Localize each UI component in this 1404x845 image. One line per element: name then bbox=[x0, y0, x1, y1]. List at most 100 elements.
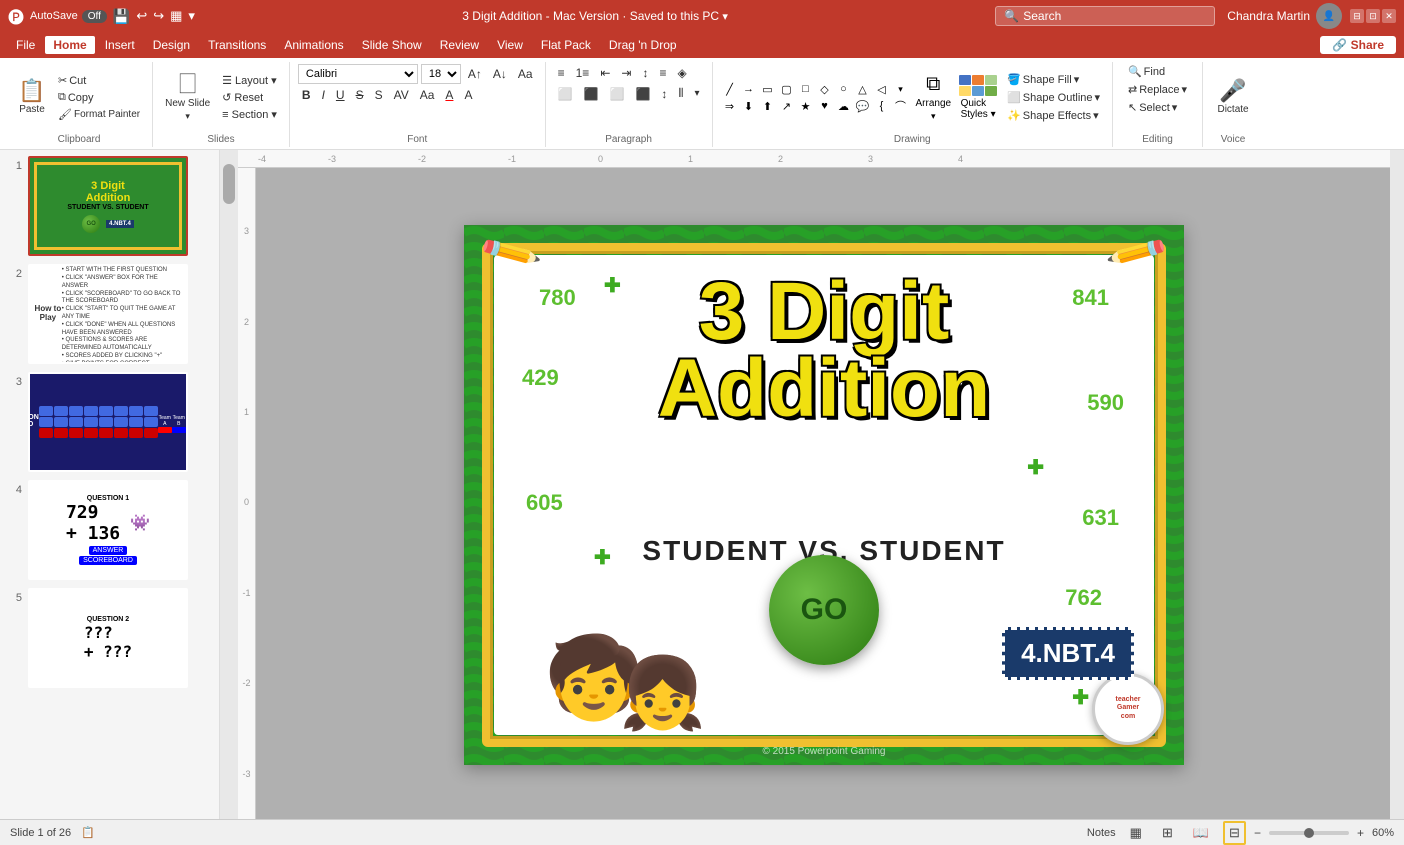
scrollbar-thumb[interactable] bbox=[223, 164, 235, 204]
bullets-button[interactable]: ≡ bbox=[554, 64, 569, 82]
align-text-button[interactable]: ≡ bbox=[655, 64, 670, 82]
text-direction-button[interactable]: ↕ bbox=[638, 64, 652, 82]
menu-flatpack[interactable]: Flat Pack bbox=[533, 36, 599, 54]
section-button[interactable]: ≡ Section ▾ bbox=[218, 107, 281, 122]
paste-button[interactable]: 📋 Paste bbox=[14, 64, 50, 131]
shape-circle[interactable]: ○ bbox=[835, 81, 853, 97]
find-button[interactable]: 🔍 Find bbox=[1124, 64, 1169, 79]
view-reading-button[interactable]: 📖 bbox=[1187, 821, 1215, 845]
highlight-button[interactable]: A bbox=[460, 86, 476, 104]
align-right-button[interactable]: ⬜ bbox=[606, 85, 629, 103]
select-button[interactable]: ↖ Select ▾ bbox=[1124, 100, 1181, 115]
share-button[interactable]: 🔗 Share bbox=[1320, 36, 1396, 54]
quick-styles-button[interactable]: QuickStyles ▾ bbox=[957, 73, 999, 122]
notes-button[interactable]: Notes bbox=[1087, 827, 1116, 839]
slide-thumb-5[interactable]: QUESTION 2 ???+ ??? bbox=[28, 588, 188, 688]
shape-arc[interactable]: ⌒ bbox=[892, 98, 910, 114]
slide-thumb-1[interactable]: 3 DigitAddition STUDENT VS. STUDENT GO 4… bbox=[28, 156, 188, 256]
slide-item-2[interactable]: 2 How to Play • DIVIDE INTO GROUPS • CHO… bbox=[4, 262, 215, 366]
menu-review[interactable]: Review bbox=[432, 36, 487, 54]
slide-thumb-2[interactable]: How to Play • DIVIDE INTO GROUPS • CHOOS… bbox=[28, 264, 188, 364]
undo-icon[interactable]: ↩ bbox=[136, 8, 147, 24]
shape-brace[interactable]: { bbox=[873, 98, 891, 114]
shape-heart[interactable]: ♥ bbox=[816, 98, 834, 114]
view-normal-button[interactable]: ▦ bbox=[1124, 821, 1148, 845]
shape-more[interactable]: ▾ bbox=[892, 81, 910, 97]
font-case-button[interactable]: Aa bbox=[416, 86, 439, 104]
increase-indent-button[interactable]: ⇥ bbox=[617, 64, 635, 82]
menu-insert[interactable]: Insert bbox=[97, 36, 143, 54]
maximize-button[interactable]: ⊡ bbox=[1366, 9, 1380, 23]
dictate-button[interactable]: 🎤 Dictate bbox=[1213, 64, 1252, 131]
justify-button[interactable]: ⬛ bbox=[631, 85, 654, 103]
zoom-out-button[interactable]: − bbox=[1254, 826, 1261, 840]
close-button[interactable]: ✕ bbox=[1382, 9, 1396, 23]
slide-item-4[interactable]: 4 QUESTION 1 729+ 136 👾 ANSWER SCOREBOAR… bbox=[4, 478, 215, 582]
autosave-toggle[interactable]: AutoSave Off bbox=[30, 10, 107, 23]
menu-file[interactable]: File bbox=[8, 36, 43, 54]
slide-item-5[interactable]: 5 QUESTION 2 ???+ ??? bbox=[4, 586, 215, 690]
increase-font-button[interactable]: A↑ bbox=[464, 65, 486, 83]
decrease-font-button[interactable]: A↓ bbox=[489, 65, 511, 83]
menu-slideshow[interactable]: Slide Show bbox=[354, 36, 430, 54]
copy-button[interactable]: ⧉ Copy bbox=[54, 90, 144, 105]
shape-fill-button[interactable]: 🪣 Shape Fill ▾ bbox=[1003, 72, 1104, 87]
slide-thumb-3[interactable]: QUESTION BOARD bbox=[28, 372, 188, 472]
shape-line[interactable]: ╱ bbox=[721, 81, 739, 97]
shape-outline-button[interactable]: ⬜ Shape Outline ▾ bbox=[1003, 90, 1104, 105]
slide-panel-scrollbar[interactable] bbox=[220, 150, 238, 819]
char-spacing-button[interactable]: AV bbox=[390, 86, 413, 104]
align-center-button[interactable]: ⬛ bbox=[580, 85, 603, 103]
para-more-button[interactable]: ▾ bbox=[690, 86, 703, 101]
shape-arrow3[interactable]: ⬇ bbox=[740, 98, 758, 114]
title-dropdown-icon[interactable]: ▾ bbox=[722, 11, 728, 23]
decrease-indent-button[interactable]: ⇤ bbox=[596, 64, 614, 82]
autosave-state[interactable]: Off bbox=[82, 10, 107, 23]
shape-star[interactable]: ★ bbox=[797, 98, 815, 114]
arrange-button[interactable]: ⧉ Arrange ▾ bbox=[914, 71, 954, 124]
shape-arrow4[interactable]: ⬆ bbox=[759, 98, 777, 114]
search-box[interactable]: 🔍 Search bbox=[995, 6, 1215, 26]
redo-icon[interactable]: ↪ bbox=[153, 8, 164, 24]
menu-transitions[interactable]: Transitions bbox=[200, 36, 274, 54]
slide-item-1[interactable]: 1 3 DigitAddition STUDENT VS. STUDENT GO… bbox=[4, 154, 215, 258]
shape-arrow5[interactable]: ↗ bbox=[778, 98, 796, 114]
clear-format-button[interactable]: Aa bbox=[514, 65, 537, 83]
menu-home[interactable]: Home bbox=[45, 36, 94, 54]
minimize-button[interactable]: ⊟ bbox=[1350, 9, 1364, 23]
font-size-select[interactable]: 18 bbox=[421, 64, 461, 84]
shape-triangle[interactable]: △ bbox=[854, 81, 872, 97]
numbering-button[interactable]: 1≡ bbox=[572, 64, 594, 82]
slide-thumb-4[interactable]: QUESTION 1 729+ 136 👾 ANSWER SCOREBOARD bbox=[28, 480, 188, 580]
zoom-in-button[interactable]: + bbox=[1357, 826, 1364, 840]
line-spacing-button[interactable]: ↕ bbox=[657, 85, 671, 103]
menu-dragdrop[interactable]: Drag 'n Drop bbox=[601, 36, 685, 54]
shape-diamond[interactable]: ◇ bbox=[816, 81, 834, 97]
cut-button[interactable]: ✂ Cut bbox=[54, 73, 144, 88]
view-slide-sorter-button[interactable]: ⊞ bbox=[1156, 821, 1179, 845]
columns-button[interactable]: ⫴ bbox=[674, 84, 687, 103]
view-slideshow-button[interactable]: ⊟ bbox=[1223, 821, 1246, 845]
replace-button[interactable]: ⇄ Replace ▾ bbox=[1124, 82, 1191, 97]
shape-arrow[interactable]: → bbox=[740, 81, 758, 97]
present-icon[interactable]: ▦ bbox=[170, 8, 182, 24]
menu-view[interactable]: View bbox=[489, 36, 531, 54]
zoom-slider[interactable] bbox=[1269, 831, 1349, 835]
strikethrough-button[interactable]: S bbox=[352, 86, 368, 104]
shape-effects-button[interactable]: ✨ Shape Effects ▾ bbox=[1003, 108, 1104, 123]
layout-button[interactable]: ☰ Layout ▾ bbox=[218, 73, 281, 88]
bold-button[interactable]: B bbox=[298, 86, 315, 104]
shape-rtriangle[interactable]: ◁ bbox=[873, 81, 891, 97]
menu-design[interactable]: Design bbox=[145, 36, 198, 54]
arrange-dropdown[interactable]: ▾ bbox=[931, 111, 936, 122]
shape-arrow2[interactable]: ⇒ bbox=[721, 98, 739, 114]
shadow-button[interactable]: S bbox=[371, 86, 387, 104]
menu-animations[interactable]: Animations bbox=[276, 36, 351, 54]
font-family-select[interactable]: Calibri bbox=[298, 64, 418, 84]
italic-button[interactable]: I bbox=[318, 86, 329, 104]
font-color-button[interactable]: A bbox=[441, 86, 457, 104]
format-painter-button[interactable]: 🖌 Format Painter bbox=[54, 107, 144, 122]
shape-roundrect[interactable]: ▢ bbox=[778, 81, 796, 97]
save-icon[interactable]: 💾 bbox=[113, 8, 130, 25]
convert-smartart-button[interactable]: ◈ bbox=[673, 64, 690, 82]
